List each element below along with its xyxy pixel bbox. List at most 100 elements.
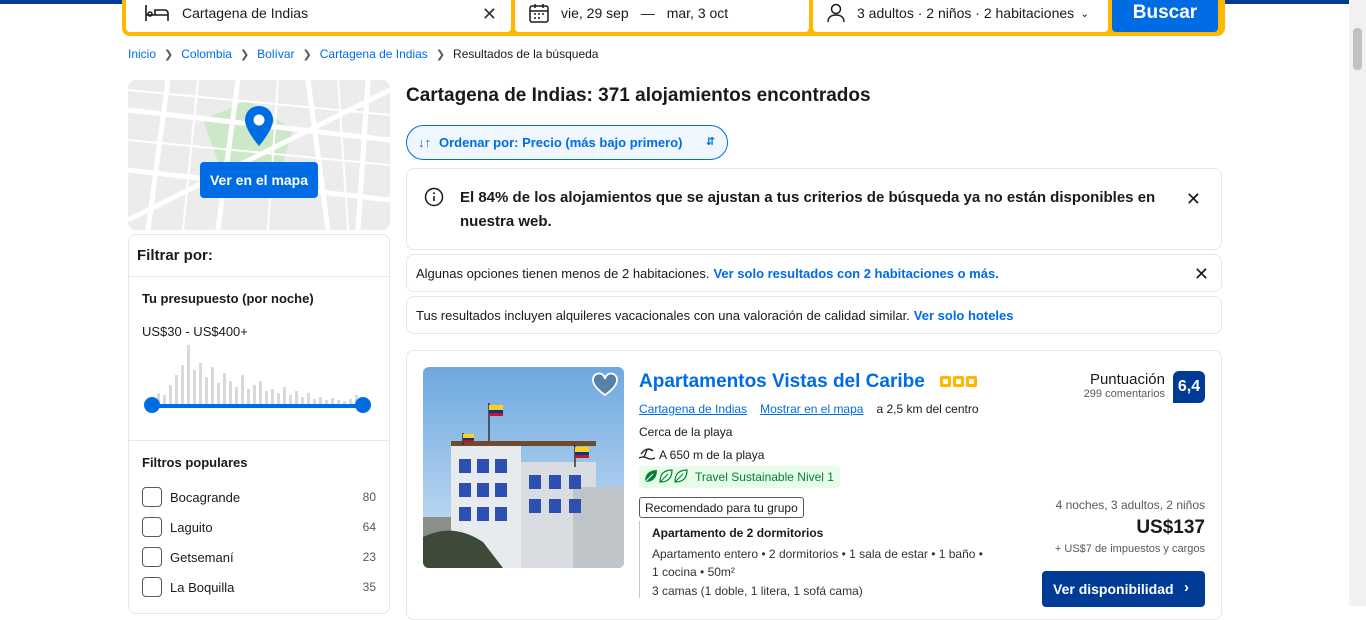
- filter-label: La Boquilla: [170, 579, 235, 595]
- review-count: 299 comentarios: [1083, 388, 1165, 400]
- show-map-button[interactable]: Ver en el mapa: [200, 162, 318, 198]
- checkin-date: vie, 29 sep: [561, 5, 629, 21]
- star-icon: [940, 376, 951, 387]
- chevron-down-icon: ⌄: [1080, 7, 1090, 20]
- beach-distance: A 650 m de la playa: [638, 446, 765, 463]
- filters-heading: Filtrar por:: [129, 235, 389, 277]
- breadcrumb-region[interactable]: Bolívar: [257, 47, 294, 61]
- see-availability-button[interactable]: Ver disponibilidad ›: [1042, 571, 1205, 607]
- stay-summary: 4 noches, 3 adultos, 2 niños: [1055, 498, 1205, 512]
- breadcrumb: Inicio ❯ Colombia ❯ Bolívar ❯ Cartagena …: [128, 47, 598, 61]
- destination-value: Cartagena de Indias: [182, 5, 309, 21]
- filter-label: Laguito: [170, 519, 213, 535]
- vacation-rentals-notice: Tus resultados incluyen alquileres vacac…: [406, 296, 1222, 334]
- breadcrumb-country[interactable]: Colombia: [181, 47, 232, 61]
- property-name[interactable]: Apartamentos Vistas del Caribe: [639, 371, 925, 393]
- price-amount: US$137: [1136, 517, 1205, 538]
- sustainability-text: Travel Sustainable Nivel 1: [695, 470, 834, 484]
- budget-slider-track[interactable]: [151, 404, 363, 408]
- checkbox[interactable]: [142, 517, 162, 537]
- leaf-icon: [643, 468, 689, 487]
- filter-count: 64: [362, 520, 376, 534]
- recommended-badge: Recomendado para tu grupo: [639, 497, 804, 518]
- filters-panel: Filtrar por: Tu presupuesto (por noche) …: [128, 234, 390, 614]
- city-link[interactable]: Cartagena de Indias: [639, 402, 747, 416]
- info-icon: [424, 187, 444, 215]
- bed-configuration: 3 camas (1 doble, 1 litera, 1 sofá cama): [652, 584, 863, 598]
- chevron-updown-icon: ⇵: [705, 136, 715, 148]
- map-preview[interactable]: Ver en el mapa: [128, 80, 390, 230]
- availability-notice: El 84% de los alojamientos que se ajusta…: [406, 168, 1222, 250]
- filter-label: Getsemaní: [170, 549, 234, 565]
- calendar-icon: [529, 3, 549, 23]
- beach-distance-text: A 650 m de la playa: [659, 447, 765, 462]
- bed-icon: [144, 3, 170, 23]
- clear-icon[interactable]: ✕: [482, 4, 497, 25]
- unit-title: Apartamento de 2 dormitorios: [652, 526, 824, 540]
- unit-description: Apartamento entero • 2 dormitorios • 1 s…: [652, 547, 983, 579]
- guests-field[interactable]: 3 adultos · 2 niños · 2 habitaciones ⌄: [813, 0, 1108, 32]
- star-icon: [966, 376, 977, 387]
- show-on-map-link[interactable]: Mostrar en el mapa: [760, 402, 863, 416]
- vacation-notice-text: Tus resultados incluyen alquileres vacac…: [416, 307, 910, 323]
- near-beach-label: Cerca de la playa: [639, 425, 733, 439]
- taxes-fees: + US$7 de impuestos y cargos: [1054, 543, 1205, 555]
- sort-label: Ordenar por: Precio (más bajo primero): [439, 135, 683, 150]
- close-icon[interactable]: ✕: [1194, 264, 1209, 285]
- unit-details: Apartamento de 2 dormitorios Apartamento…: [639, 521, 984, 598]
- scrollbar[interactable]: [1349, 0, 1366, 606]
- rooms-notice-text: Algunas opciones tienen menos de 2 habit…: [416, 265, 710, 281]
- chevron-right-icon: ❯: [239, 48, 250, 61]
- filter-item-bocagrande[interactable]: Bocagrande 80: [142, 482, 376, 512]
- checkbox[interactable]: [142, 577, 162, 597]
- price-block: 4 noches, 3 adultos, 2 niños US$137 + US…: [1055, 498, 1205, 555]
- filter-count: 35: [362, 580, 376, 594]
- checkbox[interactable]: [142, 547, 162, 567]
- review-score[interactable]: Puntuación 299 comentarios 6,4: [1084, 371, 1205, 403]
- filter-item-getsemani[interactable]: Getsemaní 23: [142, 542, 376, 572]
- sort-button[interactable]: ↓↑ Ordenar por: Precio (más bajo primero…: [406, 125, 728, 160]
- property-card: Apartamentos Vistas del Caribe Cartagena…: [406, 350, 1222, 620]
- close-icon[interactable]: ✕: [1186, 187, 1201, 211]
- dates-field[interactable]: vie, 29 sep — mar, 3 oct: [515, 0, 809, 32]
- popular-filters: Filtros populares Bocagrande 80 Laguito …: [129, 441, 389, 602]
- budget-slider-max-handle[interactable]: [355, 397, 371, 413]
- checkout-date: mar, 3 oct: [666, 5, 729, 21]
- budget-title: Tu presupuesto (por noche): [142, 291, 314, 306]
- scrollbar-thumb[interactable]: [1353, 28, 1362, 70]
- chevron-right-icon: ❯: [435, 48, 446, 61]
- budget-slider-min-handle[interactable]: [144, 397, 160, 413]
- rooms-filter-link[interactable]: Ver solo resultados con 2 habitaciones o…: [713, 266, 998, 281]
- rooms-notice: Algunas opciones tienen menos de 2 habit…: [406, 254, 1222, 292]
- filter-item-laguito[interactable]: Laguito 64: [142, 512, 376, 542]
- popular-filters-title: Filtros populares: [142, 455, 248, 470]
- results-title: Cartagena de Indias: 371 alojamientos en…: [406, 85, 871, 106]
- property-location: Cartagena de Indias Mostrar en el mapa a…: [639, 402, 979, 416]
- score-badge: 6,4: [1173, 371, 1205, 403]
- guests-value: 3 adultos · 2 niños · 2 habitaciones: [857, 5, 1075, 21]
- sustainability-badge[interactable]: Travel Sustainable Nivel 1: [639, 466, 840, 488]
- map-streets: [128, 80, 390, 230]
- checkbox[interactable]: [142, 487, 162, 507]
- heart-icon[interactable]: [591, 371, 619, 399]
- beach-icon: [638, 446, 656, 463]
- breadcrumb-city[interactable]: Cartagena de Indias: [320, 47, 428, 61]
- breadcrumb-current: Resultados de la búsqueda: [453, 47, 599, 61]
- star-icon: [953, 376, 964, 387]
- chevron-right-icon: ❯: [164, 48, 174, 61]
- destination-field[interactable]: Cartagena de Indias ✕: [126, 0, 511, 32]
- date-separator: —: [640, 5, 655, 21]
- chevron-right-icon: ›: [1184, 579, 1189, 596]
- hotels-only-link[interactable]: Ver solo hoteles: [914, 308, 1014, 323]
- distance-from-center: a 2,5 km del centro: [876, 402, 979, 416]
- price-histogram: [151, 345, 358, 405]
- filter-label: Bocagrande: [170, 489, 241, 505]
- notice-text: El 84% de los alojamientos que se ajusta…: [460, 189, 1156, 230]
- filter-item-la-boquilla[interactable]: La Boquilla 35: [142, 572, 376, 602]
- search-button[interactable]: Buscar: [1112, 0, 1218, 32]
- star-rating: [940, 376, 977, 387]
- breadcrumb-home[interactable]: Inicio: [128, 47, 156, 61]
- filter-count: 80: [362, 490, 376, 504]
- see-availability-label: Ver disponibilidad: [1053, 581, 1174, 597]
- sort-icon: ↓↑: [418, 135, 431, 150]
